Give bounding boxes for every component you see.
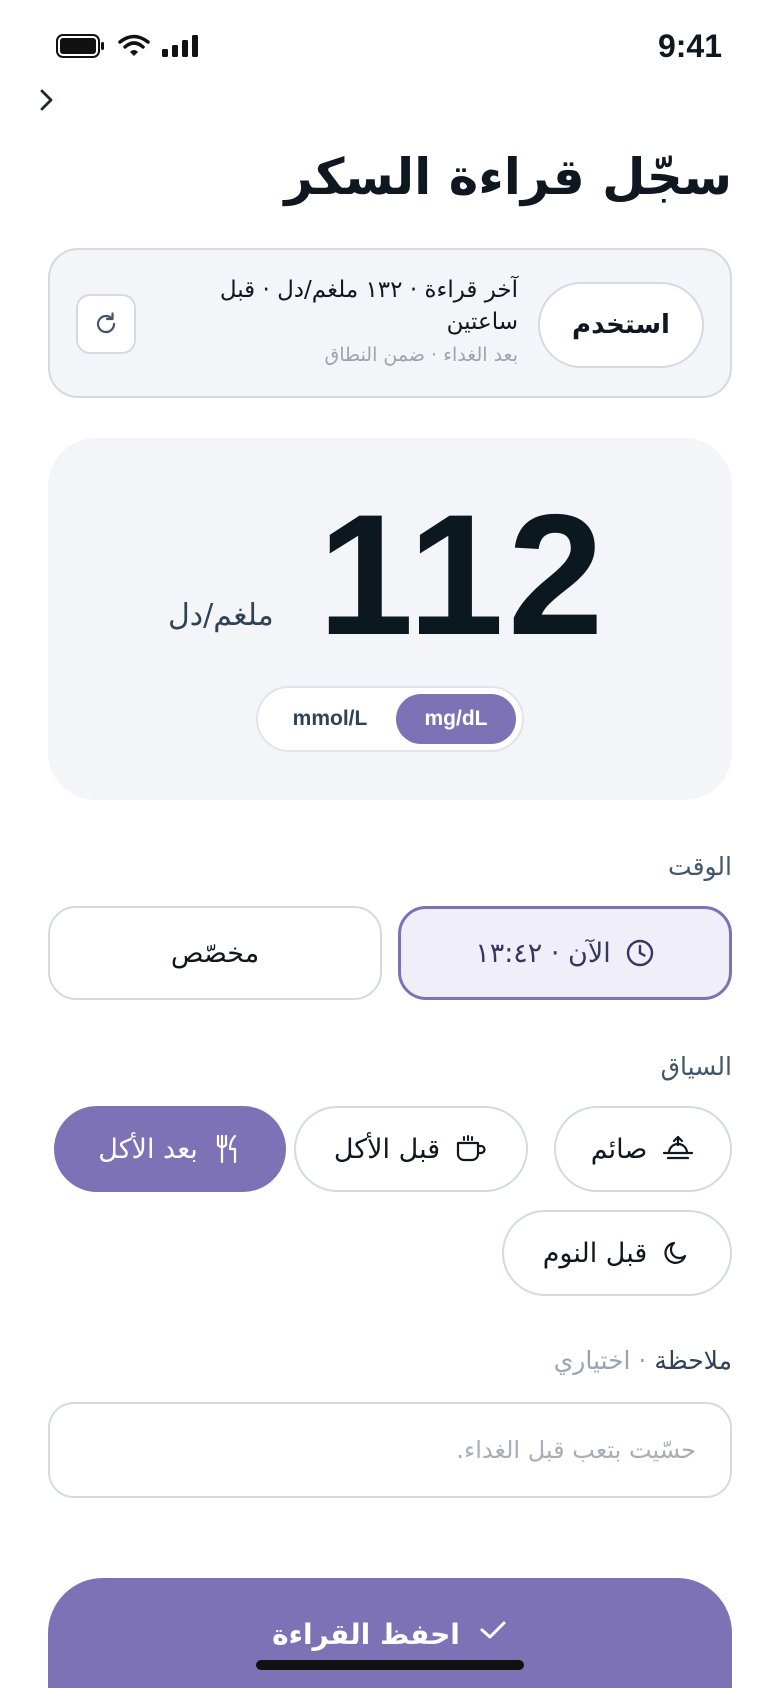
chip-label: قبل الأكل <box>333 1133 441 1165</box>
note-optional-text: · اختياري <box>553 1346 647 1375</box>
home-indicator <box>256 1660 524 1670</box>
time-custom-button[interactable]: مخصّص <box>48 906 382 1000</box>
wifi-icon <box>118 34 150 56</box>
signal-icon <box>162 35 198 57</box>
check-icon <box>480 1621 506 1639</box>
context-section-label: السياق <box>660 1052 732 1081</box>
moon-icon <box>664 1241 687 1264</box>
reading-card: 112 ملغم/دل mmol/L mg/dL <box>48 438 732 800</box>
last-reading-info: آخر قراءة · ١٣٢ ملغم/دل · قبل ساعتين بعد… <box>198 274 518 366</box>
chip-before-meal[interactable]: قبل الأكل <box>294 1106 528 1192</box>
utensils-icon <box>216 1134 236 1164</box>
page-title: سجّل قراءة السكر <box>284 148 732 206</box>
chip-label: قبل النوم <box>542 1237 648 1269</box>
status-time: 9:41 <box>657 28 722 64</box>
note-label: ملاحظة · اختياري <box>554 1346 732 1375</box>
back-button[interactable] <box>28 82 64 118</box>
refresh-button[interactable] <box>76 294 136 354</box>
status-bar: 9:41 <box>0 0 780 90</box>
time-now-label: الآن · ١٣:٤٢ <box>475 937 611 969</box>
note-input[interactable] <box>48 1402 732 1498</box>
last-reading-text: آخر قراءة · ١٣٢ ملغم/دل · قبل ساعتين <box>219 277 518 335</box>
chip-label: بعد الأكل <box>98 1133 198 1165</box>
sunrise-icon <box>663 1135 694 1160</box>
chip-fasting[interactable]: صائم <box>554 1106 732 1192</box>
last-reading-card: استخدم آخر قراءة · ١٣٢ ملغم/دل · قبل ساع… <box>48 248 732 398</box>
reading-value[interactable]: 112 <box>318 476 607 674</box>
chip-label: صائم <box>590 1133 648 1165</box>
cup-icon <box>457 1135 486 1162</box>
chip-before-sleep[interactable]: قبل النوم <box>502 1210 732 1296</box>
save-reading-button[interactable]: احفظ القراءة <box>48 1578 732 1688</box>
note-label-text: ملاحظة <box>654 1346 732 1375</box>
use-last-reading-button[interactable]: استخدم <box>538 282 704 368</box>
time-section-label: الوقت <box>668 852 732 881</box>
time-now-button[interactable]: الآن · ١٣:٤٢ <box>398 906 732 1000</box>
reading-unit: ملغم/دل <box>168 598 274 633</box>
save-button-label: احفظ القراءة <box>272 1618 460 1651</box>
battery-icon <box>56 34 104 58</box>
unit-option-mmol[interactable]: mmol/L <box>270 694 390 744</box>
refresh-icon <box>96 312 116 334</box>
clock-icon <box>626 939 653 967</box>
unit-option-mgdl[interactable]: mg/dL <box>396 694 516 744</box>
chip-after-meal[interactable]: بعد الأكل <box>54 1106 286 1192</box>
last-reading-subtext: بعد الغداء · ضمن النطاق <box>324 344 518 366</box>
unit-toggle[interactable]: mmol/L mg/dL <box>256 686 524 752</box>
chevron-icon <box>40 89 53 111</box>
status-icons <box>56 34 200 58</box>
